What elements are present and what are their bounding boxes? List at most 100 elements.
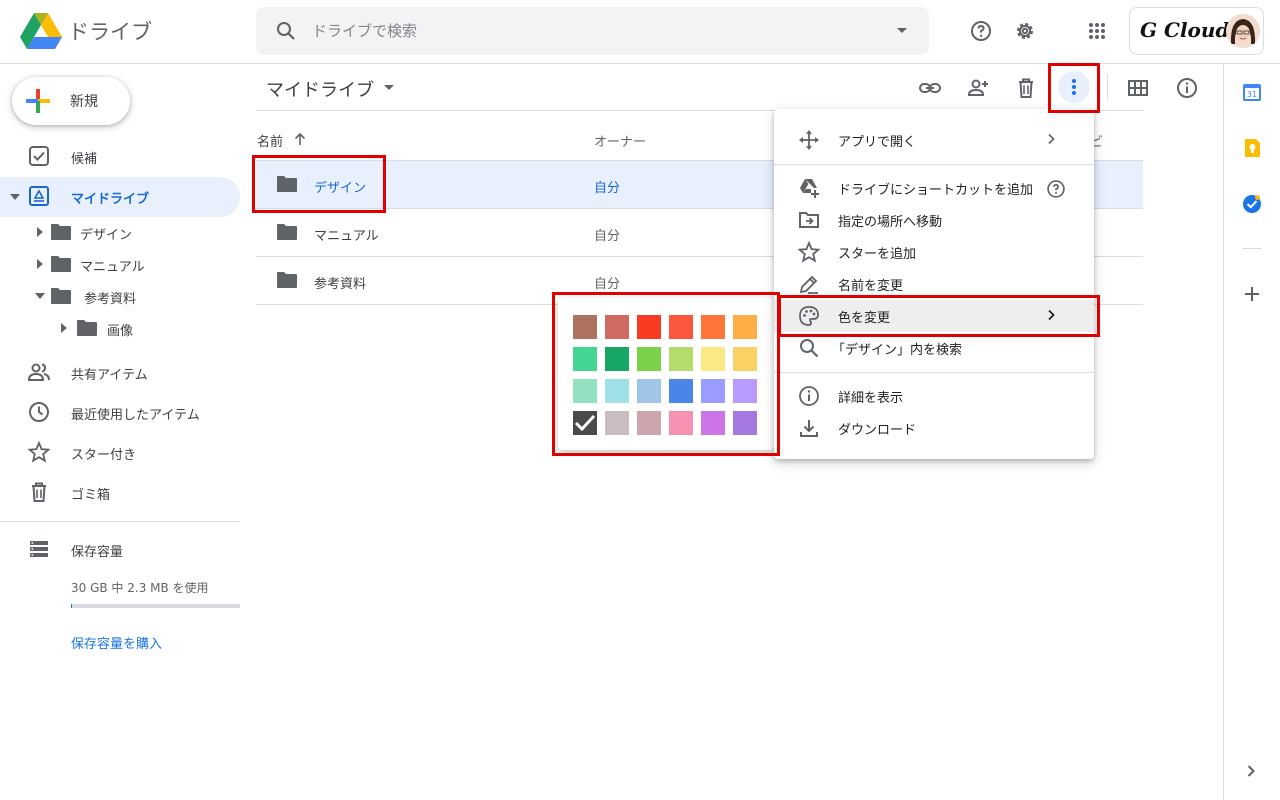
tree-item-design[interactable]: デザイン bbox=[36, 216, 256, 248]
drive-logo-icon[interactable] bbox=[20, 13, 62, 49]
file-name: デザイン bbox=[314, 181, 367, 196]
color-swatch[interactable] bbox=[733, 379, 757, 403]
account-button[interactable]: G Cloud bbox=[1129, 7, 1264, 55]
collapse-arrow-icon[interactable] bbox=[9, 192, 21, 202]
sidebar-item-starred[interactable]: スター付き bbox=[0, 433, 240, 473]
chevron-right-icon[interactable] bbox=[1244, 764, 1258, 778]
tasks-icon[interactable] bbox=[1242, 194, 1262, 214]
sort-up-arrow-icon[interactable] bbox=[293, 132, 307, 146]
menu-item-rename[interactable]: 名前を変更 bbox=[774, 268, 1094, 300]
download-icon bbox=[800, 420, 818, 437]
open-with-icon bbox=[799, 130, 819, 150]
color-swatch[interactable] bbox=[701, 379, 725, 403]
sidebar-item-storage[interactable]: 保存容量 bbox=[0, 530, 240, 570]
column-header-name[interactable]: 名前 bbox=[257, 131, 306, 150]
color-swatch[interactable] bbox=[669, 347, 693, 371]
sidebar-item-shared[interactable]: 共有アイテム bbox=[0, 353, 240, 393]
color-swatch[interactable] bbox=[701, 411, 725, 435]
sidebar-item-recent[interactable]: 最近使用したアイテム bbox=[0, 393, 240, 433]
tree-item-reference[interactable]: 参考資料 bbox=[34, 280, 254, 312]
expand-arrow-icon[interactable] bbox=[36, 226, 44, 238]
collapse-arrow-icon[interactable] bbox=[34, 292, 46, 300]
check-icon bbox=[574, 414, 596, 432]
color-swatch[interactable] bbox=[573, 347, 597, 371]
color-swatch[interactable] bbox=[637, 411, 661, 435]
menu-item-download[interactable]: ダウンロード bbox=[774, 412, 1094, 444]
tree-item-manual[interactable]: マニュアル bbox=[36, 248, 256, 280]
color-swatch[interactable] bbox=[605, 347, 629, 371]
color-swatch[interactable] bbox=[637, 347, 661, 371]
grid-view-icon[interactable] bbox=[1126, 76, 1150, 100]
info-icon bbox=[799, 386, 819, 406]
folder-icon bbox=[51, 288, 71, 304]
app-title[interactable]: ドライブ bbox=[68, 16, 152, 46]
sidebar-item-label: ゴミ箱 bbox=[71, 488, 111, 503]
color-swatch[interactable] bbox=[605, 379, 629, 403]
svg-text:31: 31 bbox=[1247, 90, 1257, 99]
move-to-icon bbox=[799, 212, 819, 228]
expand-arrow-icon[interactable] bbox=[60, 322, 68, 334]
apps-grid-icon[interactable] bbox=[1085, 19, 1109, 43]
color-swatch[interactable] bbox=[573, 379, 597, 403]
sidebar-item-suggested[interactable]: 候補 bbox=[0, 137, 240, 177]
color-swatch[interactable] bbox=[701, 347, 725, 371]
color-swatch[interactable] bbox=[573, 315, 597, 339]
sidebar-item-label: 候補 bbox=[71, 152, 98, 167]
palette-icon bbox=[799, 306, 819, 326]
search-options-caret-icon[interactable] bbox=[897, 28, 907, 33]
color-swatch[interactable] bbox=[637, 315, 661, 339]
new-button[interactable]: 新規 bbox=[12, 77, 130, 125]
gear-icon[interactable] bbox=[1013, 19, 1037, 43]
toolbar-divider bbox=[1107, 74, 1108, 100]
color-swatch[interactable] bbox=[605, 411, 629, 435]
menu-item-add-shortcut[interactable]: ドライブにショートカットを追加 bbox=[774, 172, 1094, 204]
calendar-icon[interactable]: 31 bbox=[1242, 82, 1262, 102]
color-swatch[interactable] bbox=[669, 379, 693, 403]
help-icon[interactable] bbox=[969, 19, 993, 43]
search-input[interactable] bbox=[312, 19, 872, 43]
sidebar-item-trash[interactable]: ゴミ箱 bbox=[0, 473, 240, 513]
avatar[interactable] bbox=[1226, 14, 1260, 48]
folder-icon bbox=[51, 256, 71, 272]
expand-arrow-icon[interactable] bbox=[36, 258, 44, 270]
sidebar-item-label: 最近使用したアイテム bbox=[71, 408, 200, 423]
menu-item-add-star[interactable]: スターを追加 bbox=[774, 236, 1094, 268]
add-addon-icon[interactable] bbox=[1242, 284, 1262, 304]
menu-divider bbox=[774, 372, 1094, 373]
keep-icon[interactable] bbox=[1242, 138, 1262, 158]
sidebar-item-my-drive[interactable]: マイドライブ bbox=[0, 177, 240, 217]
more-actions-button[interactable] bbox=[1058, 71, 1090, 103]
color-swatch[interactable] bbox=[605, 315, 629, 339]
storage-usage-text: 30 GB 中 2.3 MB を使用 bbox=[71, 581, 209, 595]
color-swatch[interactable] bbox=[573, 411, 597, 435]
menu-item-move-to[interactable]: 指定の場所へ移動 bbox=[774, 204, 1094, 236]
trash-icon[interactable] bbox=[1014, 76, 1038, 100]
info-icon[interactable] bbox=[1175, 76, 1199, 100]
side-panel-divider bbox=[1242, 248, 1262, 249]
menu-item-view-details[interactable]: 詳細を表示 bbox=[774, 380, 1094, 412]
search-bar[interactable] bbox=[256, 7, 929, 55]
file-name: 参考資料 bbox=[314, 277, 367, 292]
link-icon[interactable] bbox=[918, 76, 942, 100]
color-swatch[interactable] bbox=[733, 347, 757, 371]
color-swatch[interactable] bbox=[669, 411, 693, 435]
menu-item-open-with[interactable]: アプリで開く bbox=[774, 124, 1094, 156]
plus-icon bbox=[26, 89, 50, 113]
folder-icon bbox=[277, 224, 297, 240]
color-swatch[interactable] bbox=[669, 315, 693, 339]
sidebar-item-label: 共有アイテム bbox=[71, 368, 148, 383]
menu-item-change-color[interactable]: 色を変更 bbox=[774, 300, 1094, 332]
help-icon[interactable] bbox=[1046, 179, 1066, 199]
search-icon[interactable] bbox=[274, 19, 298, 43]
add-person-icon[interactable] bbox=[966, 76, 990, 100]
color-swatch[interactable] bbox=[637, 379, 661, 403]
color-swatch[interactable] bbox=[733, 411, 757, 435]
buy-storage-link[interactable]: 保存容量を購入 bbox=[71, 633, 162, 652]
column-header-owner[interactable]: オーナー bbox=[594, 131, 646, 150]
menu-item-search-in[interactable]: 「デザイン」内を検索 bbox=[774, 332, 1094, 364]
color-swatch[interactable] bbox=[701, 315, 725, 339]
breadcrumb[interactable]: マイドライブ bbox=[266, 76, 374, 102]
breadcrumb-caret-icon[interactable] bbox=[384, 85, 394, 90]
color-swatch[interactable] bbox=[733, 315, 757, 339]
account-brand: G Cloud bbox=[1140, 18, 1230, 42]
